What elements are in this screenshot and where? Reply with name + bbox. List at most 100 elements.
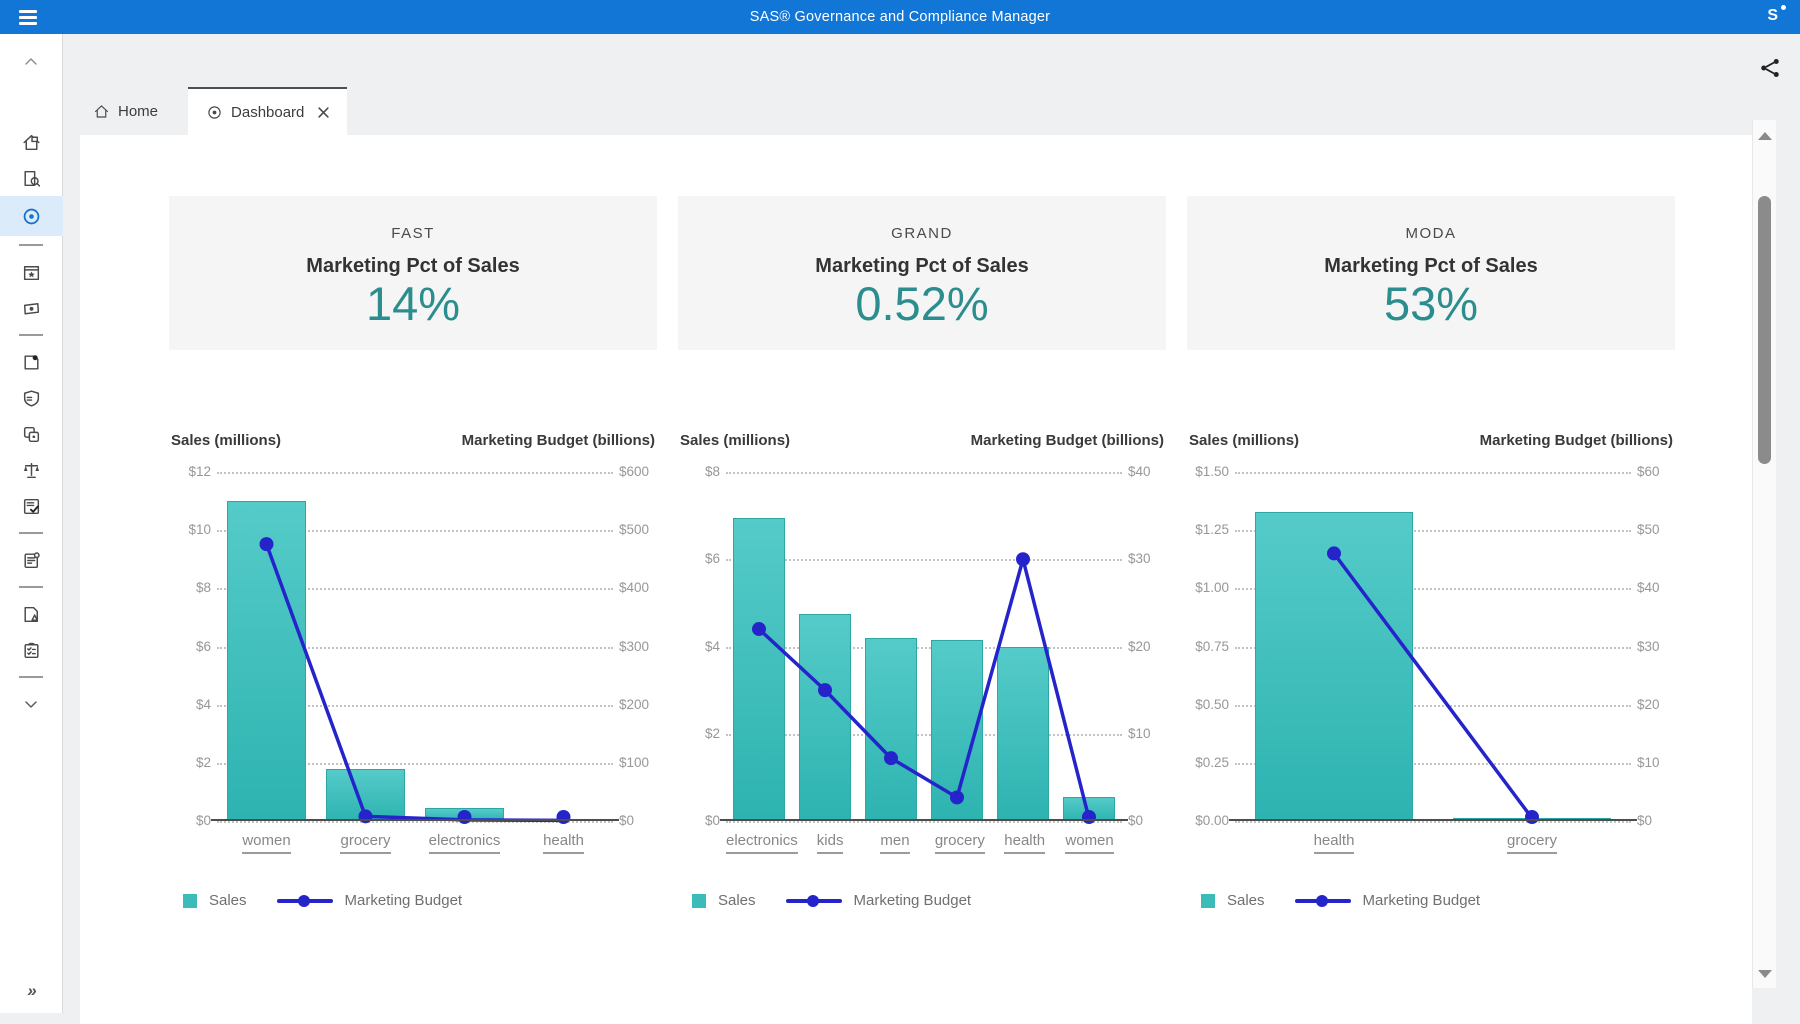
- left-axis-title: Sales (millions): [171, 432, 281, 449]
- sales-legend-swatch-icon: [692, 894, 706, 908]
- home-icon: [93, 103, 110, 120]
- sidebar-item-issues[interactable]: [0, 596, 63, 632]
- budget-point[interactable]: [1082, 810, 1096, 824]
- category-label[interactable]: health: [1004, 832, 1045, 854]
- home-icon: [21, 132, 42, 153]
- right-tick-label: $0: [619, 814, 634, 828]
- kpi-brand: MODA: [1187, 225, 1675, 242]
- budget-point[interactable]: [359, 809, 373, 823]
- right-tick-label: $20: [1637, 698, 1660, 712]
- category-slot: women: [1057, 832, 1122, 854]
- vertical-scrollbar[interactable]: [1752, 120, 1776, 988]
- main-area: Home Dashboard FAST Marketing Pct of Sal…: [63, 34, 1800, 1013]
- budget-point[interactable]: [950, 790, 964, 804]
- category-label[interactable]: kids: [817, 832, 844, 854]
- sidebar-item-reports[interactable]: [0, 542, 63, 578]
- kpi-card-moda[interactable]: MODA Marketing Pct of Sales 53%: [1187, 196, 1675, 350]
- kpi-metric: Marketing Pct of Sales: [1187, 255, 1675, 278]
- combo-chart-moda: Sales (millions)Marketing Budget (billio…: [1187, 432, 1675, 909]
- right-axis-title: Marketing Budget (billions): [1480, 432, 1673, 449]
- right-axis-title: Marketing Budget (billions): [971, 432, 1164, 449]
- right-tick-label: $60: [1637, 465, 1660, 479]
- checklist-clipboard-icon: [21, 640, 42, 661]
- right-axis-title: Marketing Budget (billions): [462, 432, 655, 449]
- tab-home[interactable]: Home: [77, 87, 174, 136]
- category-axis: electronics kids men grocery health women: [726, 832, 1122, 854]
- budget-legend-line-icon: [1295, 894, 1351, 908]
- sidebar-item-calendar[interactable]: [0, 254, 63, 290]
- category-label[interactable]: electronics: [726, 832, 798, 854]
- kpi-card-fast[interactable]: FAST Marketing Pct of Sales 14%: [169, 196, 657, 350]
- left-tick-label: $0: [705, 814, 720, 828]
- tab-dashboard[interactable]: Dashboard: [188, 87, 347, 136]
- legend-budget-label: Marketing Budget: [345, 892, 463, 909]
- left-tick-label: $6: [705, 552, 720, 566]
- sas-logo: S: [1767, 7, 1778, 25]
- category-label[interactable]: men: [880, 832, 909, 854]
- sidebar-expand-icon[interactable]: »: [27, 981, 34, 1001]
- budget-point[interactable]: [884, 751, 898, 765]
- copies-dice-icon: [21, 424, 42, 445]
- tab-close-button[interactable]: [318, 107, 329, 118]
- category-label[interactable]: grocery: [1507, 832, 1557, 854]
- share-icon: [1758, 56, 1782, 80]
- budget-point[interactable]: [1327, 546, 1341, 560]
- category-label[interactable]: health: [1314, 832, 1355, 854]
- budget-point[interactable]: [557, 810, 571, 824]
- tab-label: Home: [118, 103, 158, 120]
- banknote-icon: [21, 298, 42, 319]
- close-icon: [318, 107, 329, 118]
- chevron-up-icon: [21, 52, 41, 72]
- scroll-up-arrow-icon[interactable]: [1758, 132, 1772, 140]
- sidebar-item-expenses[interactable]: [0, 290, 63, 326]
- budget-point[interactable]: [458, 810, 472, 824]
- sidebar-item-dashboard[interactable]: [0, 196, 63, 236]
- scroll-down-arrow-icon[interactable]: [1758, 970, 1772, 978]
- budget-point[interactable]: [818, 683, 832, 697]
- kpi-value: 14%: [169, 279, 657, 328]
- right-tick-label: $10: [1128, 727, 1151, 741]
- left-tick-label: $0.25: [1195, 756, 1229, 770]
- budget-point[interactable]: [1016, 552, 1030, 566]
- sidebar-item-tasks[interactable]: [0, 488, 63, 524]
- calendar-star-icon: [21, 262, 42, 283]
- budget-legend-line-icon: [786, 894, 842, 908]
- sidebar-item-export[interactable]: [0, 344, 63, 380]
- left-tick-label: $8: [705, 465, 720, 479]
- left-tick-label: $1.25: [1195, 523, 1229, 537]
- kpi-metric: Marketing Pct of Sales: [678, 255, 1166, 278]
- combo-chart-grand: Sales (millions)Marketing Budget (billio…: [678, 432, 1166, 909]
- kpi-card-grand[interactable]: GRAND Marketing Pct of Sales 0.52%: [678, 196, 1166, 350]
- collapse-down-icon[interactable]: [0, 686, 63, 722]
- category-label[interactable]: health: [543, 832, 584, 854]
- budget-point[interactable]: [1525, 810, 1539, 824]
- sidebar-item-explore[interactable]: [0, 160, 63, 196]
- grid-line: [726, 821, 1122, 823]
- legend-budget-label: Marketing Budget: [1363, 892, 1481, 909]
- collapse-up-icon[interactable]: [0, 44, 63, 80]
- category-label[interactable]: women: [1065, 832, 1113, 854]
- left-axis: $12$10$8$6$4$2$0: [169, 472, 217, 821]
- category-label[interactable]: grocery: [340, 832, 390, 854]
- share-button[interactable]: [1758, 56, 1782, 85]
- category-label[interactable]: electronics: [429, 832, 501, 854]
- sidebar-item-compliance[interactable]: [0, 452, 63, 488]
- tab-bar: Home Dashboard: [77, 86, 347, 136]
- sidebar-item-home[interactable]: [0, 124, 63, 160]
- budget-point[interactable]: [752, 622, 766, 636]
- sidebar-item-models[interactable]: [0, 416, 63, 452]
- tab-label: Dashboard: [231, 104, 304, 121]
- right-tick-label: $10: [1637, 756, 1660, 770]
- right-tick-label: $30: [1637, 640, 1660, 654]
- sidebar-item-security[interactable]: [0, 380, 63, 416]
- legend-budget-label: Marketing Budget: [854, 892, 972, 909]
- budget-point[interactable]: [260, 537, 274, 551]
- sidebar-item-assessments[interactable]: [0, 632, 63, 668]
- left-tick-label: $6: [196, 640, 211, 654]
- legend-sales-label: Sales: [718, 892, 756, 909]
- category-label[interactable]: women: [242, 832, 290, 854]
- left-tick-label: $12: [188, 465, 211, 479]
- category-label[interactable]: grocery: [935, 832, 985, 854]
- scrollbar-thumb[interactable]: [1758, 196, 1771, 464]
- right-tick-label: $50: [1637, 523, 1660, 537]
